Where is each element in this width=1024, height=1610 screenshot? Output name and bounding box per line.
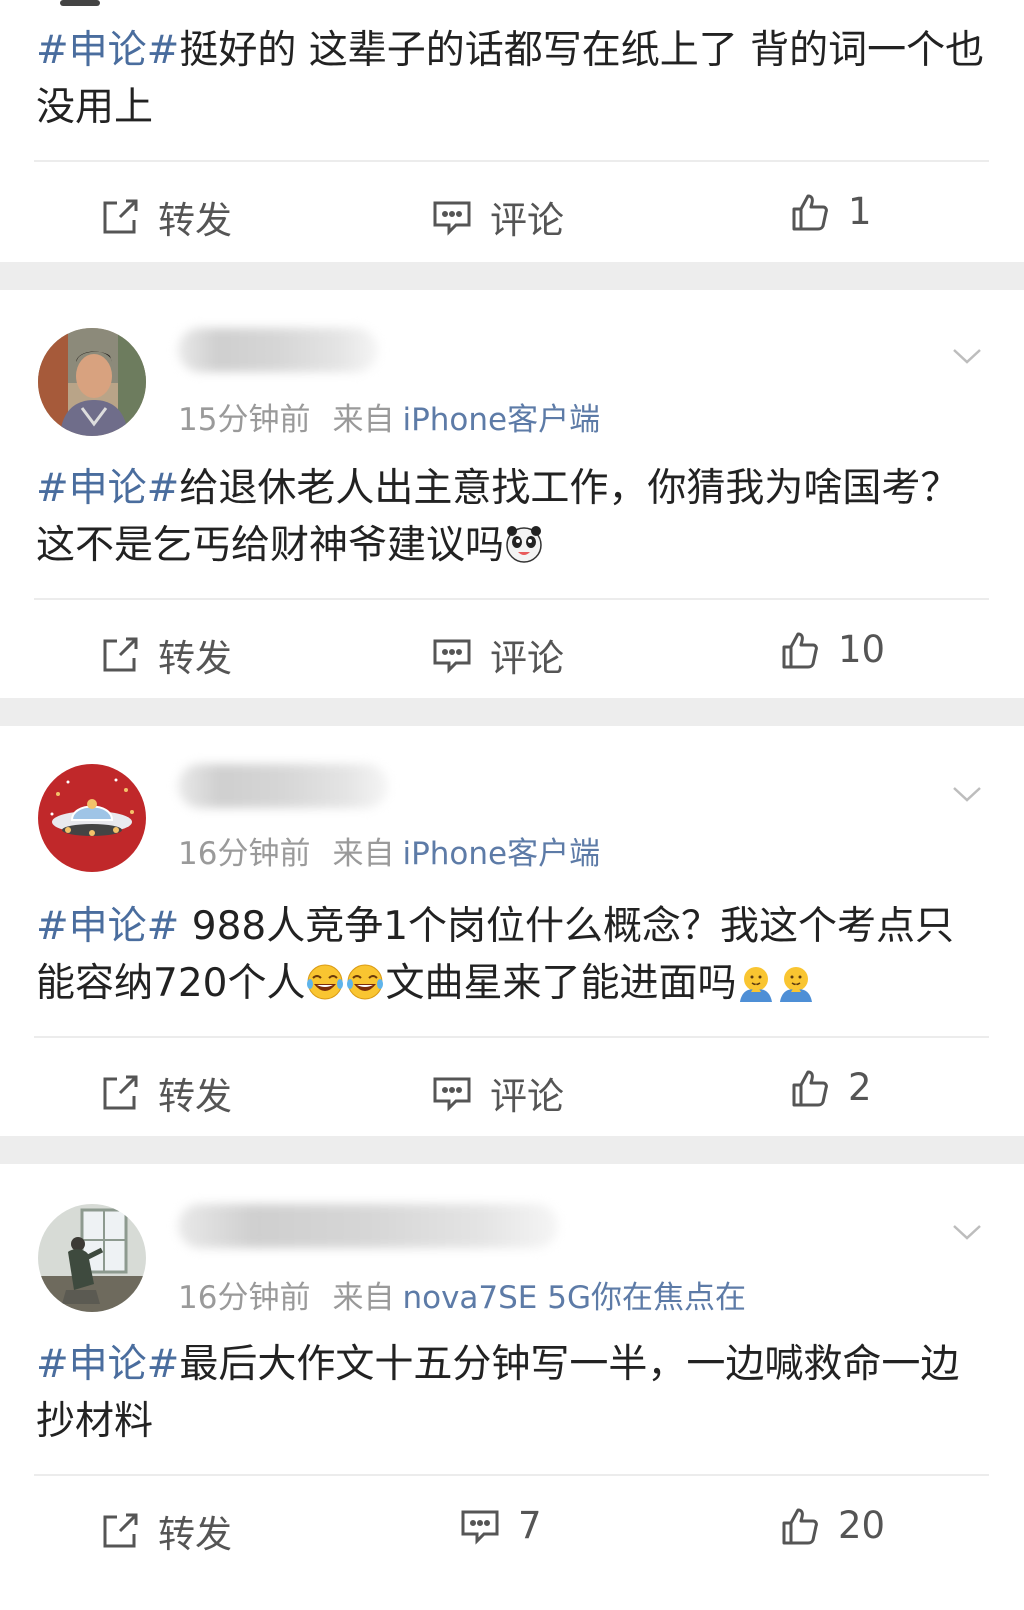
username-blurred[interactable] — [178, 328, 378, 372]
repost-button[interactable]: 转发 — [100, 1504, 232, 1558]
avatar[interactable] — [38, 764, 146, 872]
comment-bubble-icon — [433, 201, 471, 236]
avatar[interactable] — [38, 328, 146, 436]
hashtag-link[interactable]: #申论# — [36, 466, 179, 511]
username-blurred[interactable] — [178, 764, 388, 808]
post-meta: 16分钟前 来自 iPhone客户端 — [178, 828, 600, 873]
laugh-cry-emoji — [307, 964, 344, 1000]
share-square-icon — [103, 637, 138, 672]
avatar-image — [38, 328, 146, 436]
comment-button[interactable]: 评论 — [432, 190, 564, 244]
like-count: 2 — [848, 1066, 872, 1109]
like-count: 10 — [838, 628, 886, 671]
post-body-continued: 文曲星来了能进面吗 — [385, 961, 737, 1006]
comment-button[interactable]: 评论 — [432, 1066, 564, 1120]
like-button[interactable]: 2 — [790, 1066, 872, 1109]
comment-label: 评论 — [490, 637, 564, 680]
post-card[interactable]: #申论#挺好的 这辈子的话都写在纸上了 背的词一个也没用上 转发 评论 1 — [0, 0, 1024, 262]
feed-separator — [0, 262, 1024, 290]
post-card[interactable]: 15分钟前 来自 iPhone客户端 #申论#给退休老人出主意找工作，你猜我为啥国考… — [0, 290, 1024, 698]
post-meta: 15分钟前 来自 iPhone客户端 — [178, 394, 600, 439]
repost-label: 转发 — [158, 1075, 232, 1118]
chevron-down-icon[interactable] — [952, 340, 982, 370]
like-button[interactable]: 1 — [790, 190, 872, 233]
panda-face-emoji — [506, 526, 542, 563]
comment-button[interactable]: 评论 — [432, 628, 564, 682]
like-count: 20 — [838, 1504, 886, 1547]
avatar-image — [38, 1204, 146, 1312]
comment-button[interactable]: 7 — [460, 1504, 542, 1547]
feed-separator — [0, 698, 1024, 726]
repost-label: 转发 — [158, 199, 232, 242]
share-square-icon — [103, 1513, 138, 1548]
pray-emoji — [780, 967, 813, 1002]
laugh-cry-emoji — [347, 964, 384, 1000]
avatar-fragment — [60, 0, 100, 6]
comment-count: 7 — [518, 1504, 542, 1547]
pray-emoji — [740, 967, 773, 1002]
hashtag-link[interactable]: #申论# — [36, 1342, 179, 1387]
post-text: #申论#给退休老人出主意找工作，你猜我为啥国考？这不是乞丐给财神爷建议吗 — [36, 460, 986, 574]
like-count: 1 — [848, 190, 872, 233]
post-source[interactable]: nova7SE 5G你在焦点在 — [402, 1280, 746, 1316]
post-time: 16分钟前 — [178, 1280, 311, 1316]
repost-label: 转发 — [158, 1513, 232, 1556]
repost-button[interactable]: 转发 — [100, 1066, 232, 1120]
share-square-icon — [103, 199, 138, 234]
like-button[interactable]: 20 — [780, 1504, 885, 1547]
hashtag-link[interactable]: #申论# — [36, 904, 179, 949]
feed-separator — [0, 1136, 1024, 1164]
post-source[interactable]: iPhone客户端 — [402, 402, 600, 438]
post-text: #申论#最后大作文十五分钟写一半，一边喊救命一边抄材料 — [36, 1336, 986, 1450]
divider — [34, 160, 989, 162]
thumbs-up-icon — [792, 1070, 828, 1106]
thumbs-up-icon — [782, 1508, 818, 1544]
like-button[interactable]: 10 — [780, 628, 885, 671]
repost-label: 转发 — [158, 637, 232, 680]
comment-bubble-icon — [461, 1510, 499, 1545]
hashtag-link[interactable]: #申论# — [36, 28, 179, 73]
avatar-image — [38, 764, 146, 872]
post-text: #申论#挺好的 这辈子的话都写在纸上了 背的词一个也没用上 — [36, 22, 986, 136]
avatar[interactable] — [38, 1204, 146, 1312]
thumbs-up-icon — [782, 632, 818, 668]
comment-label: 评论 — [490, 199, 564, 242]
chevron-down-icon[interactable] — [952, 1216, 982, 1246]
post-source[interactable]: iPhone客户端 — [402, 836, 600, 872]
chevron-down-icon[interactable] — [952, 778, 982, 808]
comment-bubble-icon — [433, 1077, 471, 1112]
share-square-icon — [103, 1075, 138, 1110]
post-body: 挺好的 这辈子的话都写在纸上了 背的词一个也没用上 — [36, 28, 985, 130]
post-meta: 16分钟前 来自 nova7SE 5G你在焦点在 — [178, 1272, 746, 1317]
from-label: 来自 — [332, 1280, 395, 1316]
post-time: 16分钟前 — [178, 836, 311, 872]
comment-bubble-icon — [433, 639, 471, 674]
divider — [34, 598, 989, 600]
from-label: 来自 — [332, 402, 395, 438]
post-text: #申论# 988人竞争1个岗位什么概念？我这个考点只能容纳720个人 文曲星来了能… — [36, 898, 986, 1012]
divider — [34, 1036, 989, 1038]
repost-button[interactable]: 转发 — [100, 628, 232, 682]
repost-button[interactable]: 转发 — [100, 190, 232, 244]
post-card[interactable]: 16分钟前 来自 nova7SE 5G你在焦点在 #申论#最后大作文十五分钟写一半，… — [0, 1164, 1024, 1610]
username-blurred[interactable] — [178, 1204, 558, 1248]
divider — [34, 1474, 989, 1476]
post-time: 15分钟前 — [178, 402, 311, 438]
from-label: 来自 — [332, 836, 395, 872]
thumbs-up-icon — [792, 194, 828, 230]
comment-label: 评论 — [490, 1075, 564, 1118]
post-card[interactable]: 16分钟前 来自 iPhone客户端 #申论# 988人竞争1个岗位什么概念？我这个… — [0, 726, 1024, 1136]
